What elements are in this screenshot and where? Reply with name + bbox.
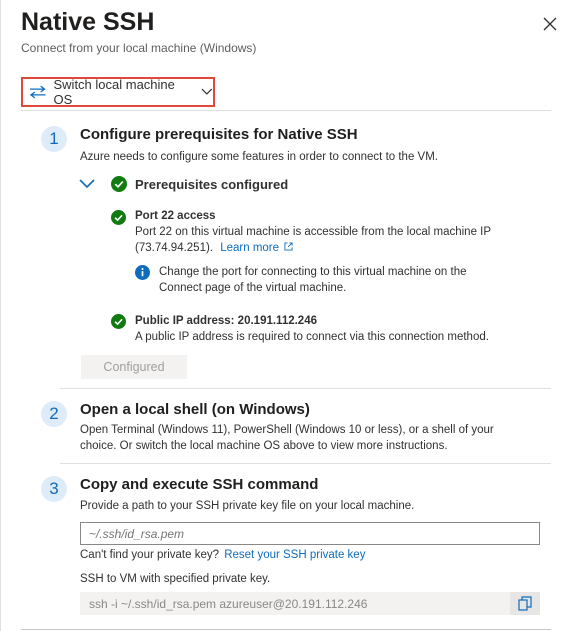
ssh-command-text: ssh -i ~/.ssh/id_rsa.pem azureuser@20.19… [89, 596, 368, 611]
step-1-title: Configure prerequisites for Native SSH [80, 126, 358, 143]
panel-left-border [0, 0, 1, 631]
step-2-title: Open a local shell (on Windows) [80, 401, 310, 418]
step-3-number: 3 [41, 476, 67, 502]
info-line-1: Change the port for connecting to this v… [159, 266, 467, 278]
key-help-text: Can't find your private key? [80, 549, 219, 561]
divider [21, 110, 551, 111]
prereq-header: Prerequisites configured [135, 177, 289, 192]
ssh-command-label: SSH to VM with specified private key. [80, 573, 271, 585]
step-2-number: 2 [41, 401, 67, 427]
reset-key-link[interactable]: Reset your SSH private key [224, 549, 365, 561]
step-3-description: Provide a path to your SSH private key f… [80, 500, 415, 512]
public-ip-description: A public IP address is required to conne… [135, 331, 489, 343]
public-ip-title: Public IP address: 20.191.112.246 [135, 315, 317, 327]
bottom-divider [21, 629, 551, 630]
copy-button[interactable] [510, 592, 540, 615]
port-22-ip-text: (73.74.94.251). [135, 242, 214, 254]
learn-more-link[interactable]: Learn more [220, 242, 279, 254]
switch-os-label: Switch local machine OS [53, 77, 175, 107]
step-3-title: Copy and execute SSH command [80, 476, 319, 493]
page-title: Native SSH [21, 8, 155, 36]
private-key-path-input[interactable] [80, 522, 540, 545]
check-circle-icon [111, 210, 126, 225]
step-2-description-line-2: choice. Or switch the local machine OS a… [80, 440, 448, 452]
ssh-command-box: ssh -i ~/.ssh/id_rsa.pem azureuser@20.19… [80, 592, 540, 615]
info-icon [135, 265, 150, 280]
port-22-ip: (73.74.94.251). Learn more [135, 240, 293, 256]
collapse-chevron-icon[interactable] [79, 178, 95, 190]
chevron-down-icon [201, 88, 213, 95]
divider [60, 463, 551, 464]
configured-button[interactable]: Configured [81, 355, 187, 379]
key-help-line: Can't find your private key? Reset your … [80, 547, 365, 563]
divider [60, 388, 551, 389]
page-subtitle: Connect from your local machine (Windows… [21, 41, 257, 55]
check-circle-icon [111, 176, 127, 192]
step-1-number: 1 [41, 126, 67, 152]
swap-arrows-icon [29, 85, 46, 99]
port-22-description: Port 22 on this virtual machine is acces… [135, 226, 492, 238]
external-link-icon[interactable] [284, 242, 293, 251]
info-line-2: Connect page of the virtual machine. [159, 282, 347, 294]
copy-icon [518, 596, 532, 611]
port-22-title: Port 22 access [135, 210, 216, 222]
switch-os-dropdown[interactable]: Switch local machine OS [21, 77, 215, 107]
check-circle-icon [111, 314, 126, 329]
close-icon[interactable] [540, 14, 560, 34]
step-2-description-line-1: Open Terminal (Windows 11), PowerShell (… [80, 424, 494, 436]
step-1-description: Azure needs to configure some features i… [80, 151, 438, 163]
